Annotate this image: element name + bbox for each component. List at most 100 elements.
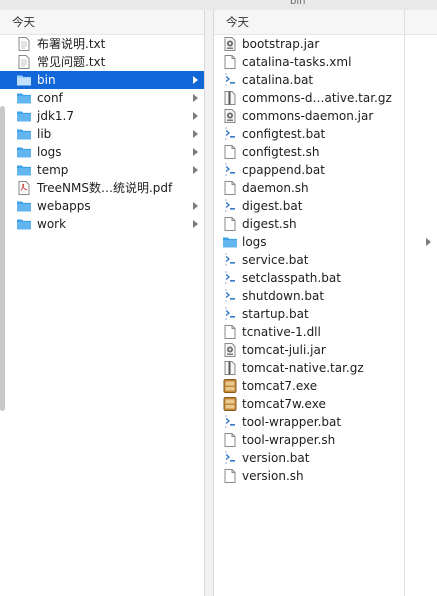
blank-doc-icon — [222, 469, 238, 483]
chevron-right-icon — [193, 76, 198, 84]
column-header-left: 今天 — [0, 10, 204, 35]
folder-icon — [16, 109, 32, 123]
folder-icon — [16, 163, 32, 177]
script-file-icon — [222, 415, 238, 429]
right-item-label: tool-wrapper.bat — [242, 415, 342, 429]
folder-icon — [16, 199, 32, 213]
script-file-icon — [222, 451, 238, 465]
blank-doc-icon — [222, 433, 238, 447]
right-item-label: commons-daemon.jar — [242, 109, 374, 123]
left-item-row[interactable]: 布署说明.txt — [0, 35, 204, 53]
left-item-row[interactable]: logs — [0, 143, 204, 161]
right-item-label: catalina-tasks.xml — [242, 55, 352, 69]
right-item-label: version.sh — [242, 469, 304, 483]
right-item-label: configtest.sh — [242, 145, 320, 159]
right-item-label: version.bat — [242, 451, 310, 465]
left-item-row[interactable]: jdk1.7 — [0, 107, 204, 125]
left-item-label: work — [37, 217, 67, 231]
script-file-icon — [222, 307, 238, 321]
chevron-right-icon — [193, 112, 198, 120]
left-scrollbar[interactable] — [0, 106, 5, 411]
left-item-row[interactable]: bin — [0, 71, 204, 89]
text-doc-icon — [16, 37, 32, 51]
blank-doc-icon — [222, 181, 238, 195]
chevron-right-icon — [193, 148, 198, 156]
right-item-label: tomcat7.exe — [242, 379, 318, 393]
left-item-label: TreeNMS数…统说明.pdf — [37, 181, 173, 195]
right-item-label: cpappend.bat — [242, 163, 325, 177]
jar-file-icon — [222, 343, 238, 357]
right-item-label: tomcat-native.tar.gz — [242, 361, 364, 375]
left-item-label: conf — [37, 91, 63, 105]
left-item-label: temp — [37, 163, 69, 177]
right-item-label: startup.bat — [242, 307, 309, 321]
chevron-right-icon — [193, 202, 198, 210]
left-item-label: 布署说明.txt — [37, 37, 106, 51]
script-file-icon — [222, 289, 238, 303]
right-item-label: catalina.bat — [242, 73, 314, 87]
folder-icon — [222, 235, 238, 249]
column-edge — [404, 10, 405, 596]
script-file-icon — [222, 253, 238, 267]
column-divider[interactable] — [204, 10, 214, 596]
script-file-icon — [222, 127, 238, 141]
archive-file-icon — [222, 91, 238, 105]
blank-doc-icon — [222, 55, 238, 69]
left-item-row[interactable]: lib — [0, 125, 204, 143]
left-item-label: 常见问题.txt — [37, 55, 106, 69]
folder-icon — [16, 73, 32, 87]
left-item-label: jdk1.7 — [37, 109, 74, 123]
exe-file-icon — [222, 397, 238, 411]
left-file-list: 布署说明.txt 常见问题.txt bin conf jdk1.7 lib logs temp… — [0, 35, 204, 233]
right-item-label: logs — [242, 235, 267, 249]
chevron-right-icon — [193, 130, 198, 138]
left-item-row[interactable]: webapps — [0, 197, 204, 215]
blank-doc-icon — [222, 325, 238, 339]
left-item-row[interactable]: 常见问题.txt — [0, 53, 204, 71]
window-titlebar: bin — [0, 0, 437, 10]
window-title: bin — [290, 0, 306, 7]
finder-column-left[interactable]: 今天 布署说明.txt 常见问题.txt bin conf jdk1.7 lib logs t… — [0, 10, 204, 596]
blank-doc-icon — [222, 217, 238, 231]
folder-icon — [16, 217, 32, 231]
folder-icon — [16, 91, 32, 105]
right-item-label: digest.bat — [242, 199, 303, 213]
blank-doc-icon — [222, 145, 238, 159]
right-item-label: bootstrap.jar — [242, 37, 320, 51]
folder-icon — [16, 145, 32, 159]
pdf-doc-icon — [16, 181, 32, 195]
left-item-label: bin — [37, 73, 56, 87]
right-item-label: tomcat7w.exe — [242, 397, 326, 411]
right-item-label: commons-d…ative.tar.gz — [242, 91, 392, 105]
right-item-label: tool-wrapper.sh — [242, 433, 336, 447]
jar-file-icon — [222, 37, 238, 51]
script-file-icon — [222, 199, 238, 213]
left-item-label: webapps — [37, 199, 91, 213]
right-item-label: tomcat-juli.jar — [242, 343, 326, 357]
right-item-label: shutdown.bat — [242, 289, 325, 303]
right-item-label: service.bat — [242, 253, 309, 267]
text-doc-icon — [16, 55, 32, 69]
left-item-row[interactable]: temp — [0, 161, 204, 179]
script-file-icon — [222, 271, 238, 285]
chevron-right-icon — [193, 166, 198, 174]
left-item-row[interactable]: TreeNMS数…统说明.pdf — [0, 179, 204, 197]
right-item-label: setclasspath.bat — [242, 271, 341, 285]
jar-file-icon — [222, 109, 238, 123]
archive-file-icon — [222, 361, 238, 375]
chevron-right-icon — [193, 220, 198, 228]
chevron-right-icon — [193, 94, 198, 102]
script-file-icon — [222, 163, 238, 177]
folder-icon — [16, 127, 32, 141]
left-item-label: logs — [37, 145, 62, 159]
script-file-icon — [222, 73, 238, 87]
right-item-label: daemon.sh — [242, 181, 309, 195]
right-item-label: digest.sh — [242, 217, 297, 231]
exe-file-icon — [222, 379, 238, 393]
right-item-label: configtest.bat — [242, 127, 326, 141]
right-item-label: tcnative-1.dll — [242, 325, 321, 339]
left-item-row[interactable]: work — [0, 215, 204, 233]
left-item-row[interactable]: conf — [0, 89, 204, 107]
chevron-right-icon — [426, 238, 431, 246]
left-item-label: lib — [37, 127, 52, 141]
